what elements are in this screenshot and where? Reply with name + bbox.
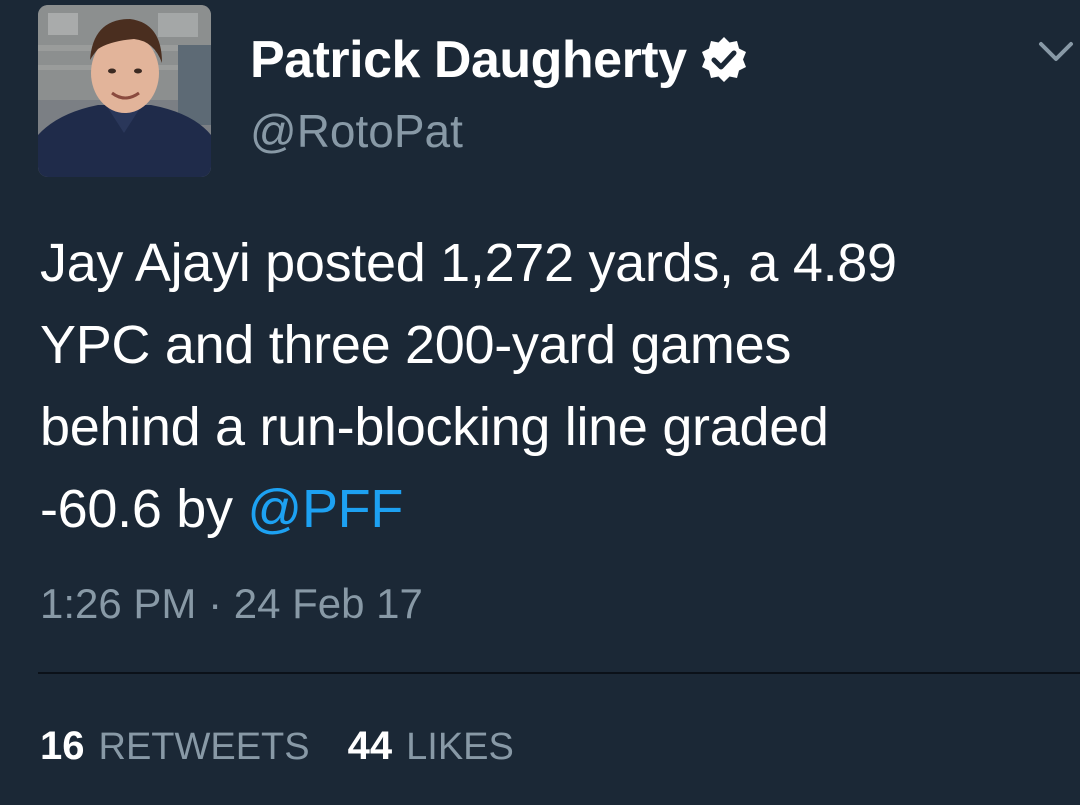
retweets-stat[interactable]: 16 RETWEETS [40,724,310,769]
verified-badge-icon [699,35,749,85]
avatar[interactable] [38,5,211,177]
likes-count: 44 [347,724,393,768]
mention-link[interactable]: @PFF [247,479,403,539]
tweet-text: Jay Ajayi posted 1,272 yards, a 4.89 YPC… [40,222,1070,550]
tweet-text-line: YPC and three 200-yard games [40,315,792,375]
divider [38,672,1080,674]
tweet-text-line: Jay Ajayi posted 1,272 yards, a 4.89 [40,233,897,293]
retweets-count: 16 [40,724,85,768]
tweet-text-line: -60.6 by @PFF [40,468,1070,550]
tweet-menu-button[interactable] [1036,34,1076,70]
author-name-row[interactable]: Patrick Daugherty [250,30,749,90]
tweet-text-line: behind a run-blocking line graded [40,397,829,457]
chevron-down-icon [1039,42,1073,61]
retweets-label: RETWEETS [98,726,310,768]
author-handle[interactable]: @RotoPat [250,104,463,158]
tweet-text-segment: -60.6 by [40,479,248,539]
tweet-stats: 16 RETWEETS 44 LIKES [40,724,552,774]
likes-stat[interactable]: 44 LIKES [348,724,514,769]
tweet-detail: Patrick Daugherty @RotoPat Jay Ajayi pos… [0,0,1080,805]
author-display-name[interactable]: Patrick Daugherty [250,30,687,90]
tweet-timestamp[interactable]: 1:26 PM · 24 Feb 17 [40,580,423,628]
likes-label: LIKES [406,726,514,768]
